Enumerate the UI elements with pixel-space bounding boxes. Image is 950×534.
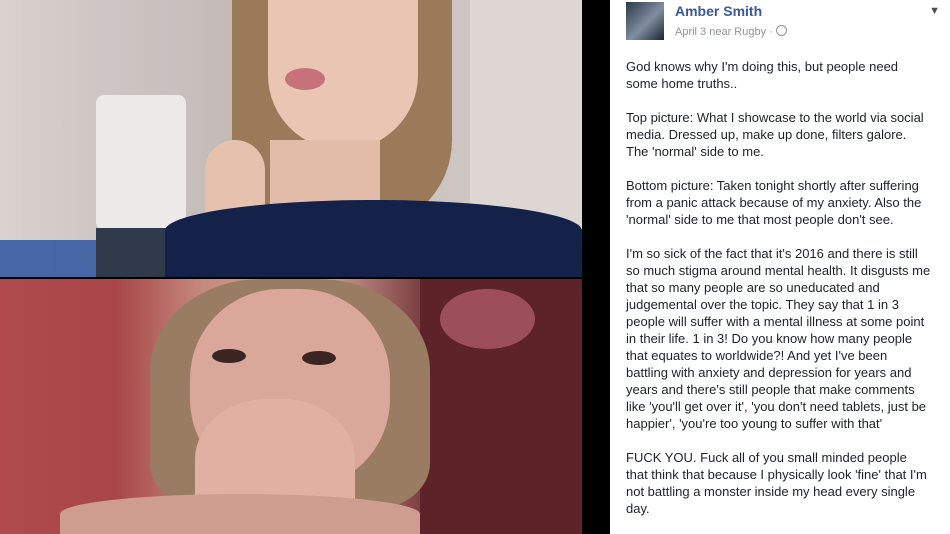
towel-stack [96,95,186,230]
top-photo-selfie[interactable] [0,0,582,277]
post-meta: April 3 near Rugby · [675,25,787,38]
tiled-wall [0,240,100,277]
chevron-down-icon[interactable]: ▼ [929,5,940,17]
divider [582,0,610,534]
wallpaper-motif [440,289,535,349]
post-paragraph: FUCK YOU. Fuck all of you small minded p… [626,450,927,516]
lips [285,68,325,90]
shelf [96,228,176,277]
author-name-link[interactable]: Amber Smith [675,3,762,19]
bottom-photo-after-panic-attack[interactable] [0,279,582,534]
left-eye [212,349,246,363]
globe-icon [775,25,787,36]
facebook-post: Amber Smith April 3 near Rugby · ▼ God k… [610,0,950,534]
right-eye [302,351,336,365]
post-date-location[interactable]: April 3 near Rugby · [675,26,773,38]
post-paragraph: Top picture: What I showcase to the worl… [626,110,924,159]
post-paragraph: I'm so sick of the fact that it's 2016 a… [626,246,931,431]
avatar[interactable] [626,2,664,40]
photo-collage [0,0,582,534]
post-paragraph: God knows why I'm doing this, but people… [626,59,899,91]
post-body: God knows why I'm doing this, but people… [626,58,950,534]
navy-top [165,200,582,277]
post-paragraph: Bottom picture: Taken tonight shortly af… [626,178,922,227]
shoulder [60,494,420,534]
